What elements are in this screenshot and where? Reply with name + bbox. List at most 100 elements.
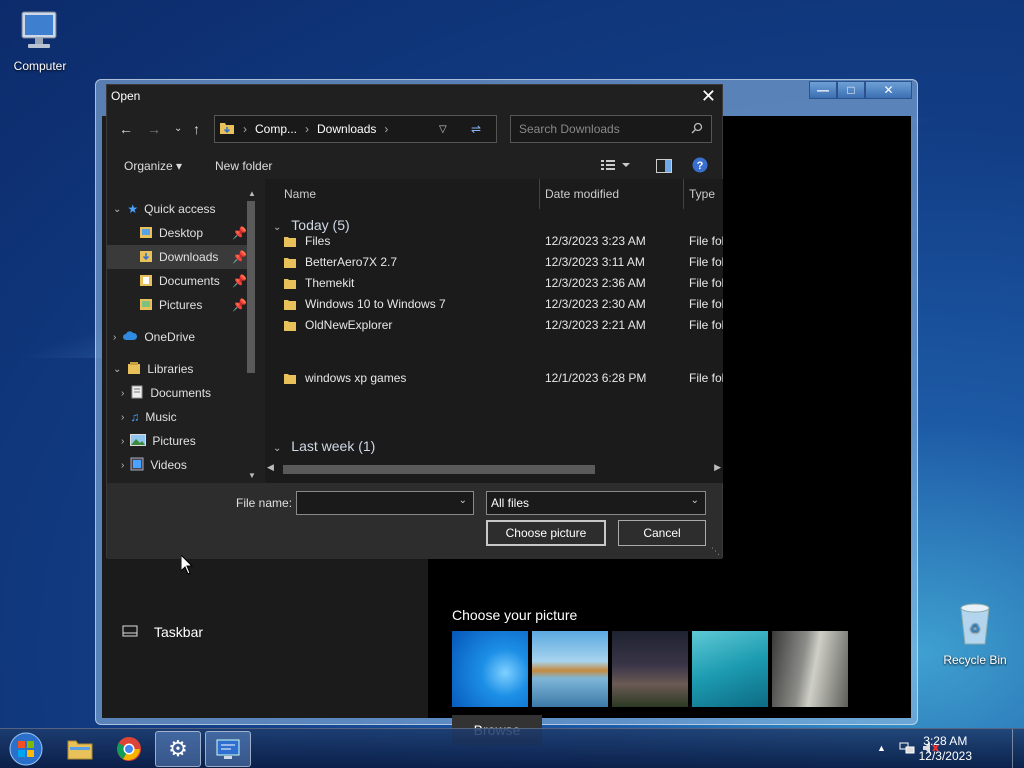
file-name-input[interactable]: ⌄ xyxy=(296,491,474,515)
back-arrow-icon[interactable]: ← xyxy=(119,121,133,137)
file-type: File folder xyxy=(689,255,723,269)
window-caption-buttons: — □ ✕ xyxy=(809,81,912,99)
pin-icon[interactable]: 📌 xyxy=(232,274,247,288)
breadcrumb-separator-icon: › xyxy=(243,122,247,136)
organize-button[interactable]: Organize ▾ xyxy=(124,159,182,173)
maximize-button[interactable]: □ xyxy=(837,81,865,99)
file-row[interactable]: OldNewExplorer 12/3/2023 2:21 AM File fo… xyxy=(265,315,723,336)
nav-lib-pictures[interactable]: › Pictures xyxy=(121,429,247,453)
up-arrow-icon[interactable]: ↑ xyxy=(193,121,200,137)
recent-chevron-icon[interactable]: ⌄ xyxy=(174,123,182,134)
show-hidden-icons-icon[interactable]: ▲ xyxy=(877,743,886,753)
folder-icon xyxy=(283,371,297,388)
chevron-right-icon: › xyxy=(121,387,125,399)
resize-grip-icon[interactable]: ⋱ xyxy=(711,546,720,557)
nav-libraries[interactable]: ⌄ Libraries xyxy=(113,357,247,381)
taskbar-settings[interactable]: ⚙ xyxy=(155,731,201,767)
address-dropdown-icon[interactable]: ▽ xyxy=(439,124,447,135)
scroll-thumb[interactable] xyxy=(247,201,255,373)
thumbnail-beach[interactable] xyxy=(532,631,608,707)
nav-label: OneDrive xyxy=(144,330,196,344)
nav-pictures[interactable]: Pictures 📌 xyxy=(139,293,247,317)
nav-downloads[interactable]: Downloads 📌 xyxy=(107,245,247,269)
breadcrumb-item[interactable]: Comp... xyxy=(255,122,297,136)
scroll-up-icon[interactable]: ▲ xyxy=(248,189,256,198)
taskbar-chrome[interactable] xyxy=(106,731,152,767)
scroll-left-icon[interactable]: ◀ xyxy=(267,462,274,473)
dialog-title: Open xyxy=(111,89,141,103)
scroll-right-icon[interactable]: ▶ xyxy=(714,462,721,473)
breadcrumb-separator-icon: › xyxy=(384,122,389,136)
nav-documents[interactable]: Documents 📌 xyxy=(139,269,247,293)
desktop-icon-recycle-bin[interactable]: ♻ Recycle Bin xyxy=(935,600,1015,667)
file-date: 12/3/2023 2:30 AM xyxy=(545,297,646,311)
network-icon[interactable] xyxy=(899,741,915,758)
thumbnail-rock[interactable] xyxy=(772,631,848,707)
nav-quick-access[interactable]: ⌄ ★ Quick access xyxy=(113,197,253,221)
thumbnail-underwater[interactable] xyxy=(692,631,768,707)
folder-icon xyxy=(139,225,153,242)
file-date: 12/1/2023 6:28 PM xyxy=(545,371,647,385)
view-options-icon[interactable] xyxy=(601,159,631,174)
file-type-filter[interactable]: All files ⌄ xyxy=(486,491,706,515)
file-name: BetterAero7X 2.7 xyxy=(305,255,398,269)
system-clock[interactable]: 3:28 AM 12/3/2023 xyxy=(919,734,972,764)
chevron-right-icon: › xyxy=(121,435,125,447)
folder-icon xyxy=(283,297,297,314)
column-divider[interactable] xyxy=(683,179,684,209)
close-button[interactable]: ✕ xyxy=(865,81,912,99)
nav-scrollbar[interactable]: ▲ ▼ xyxy=(246,189,256,483)
minimize-button[interactable]: — xyxy=(809,81,837,99)
forward-arrow-icon[interactable]: → xyxy=(147,121,161,137)
folder-icon xyxy=(67,740,93,760)
help-icon[interactable]: ? xyxy=(692,157,708,176)
nav-lib-documents[interactable]: › Documents xyxy=(121,381,247,405)
breadcrumb-item[interactable]: Downloads xyxy=(317,122,376,136)
navigation-pane: ⌄ ★ Quick access Desktop 📌 Downloads 📌 D… xyxy=(107,185,263,482)
new-folder-button[interactable]: New folder xyxy=(215,159,272,173)
nav-desktop[interactable]: Desktop 📌 xyxy=(139,221,247,245)
chevron-down-icon[interactable]: ⌄ xyxy=(459,495,467,506)
column-type[interactable]: Type xyxy=(689,187,715,201)
start-button[interactable] xyxy=(4,731,48,767)
refresh-icon[interactable]: ⇌ xyxy=(471,122,481,136)
nav-item-label: Taskbar xyxy=(154,624,204,640)
file-date: 12/3/2023 2:36 AM xyxy=(545,276,646,290)
column-date-modified[interactable]: Date modified xyxy=(545,187,619,201)
file-row[interactable]: Files 12/3/2023 3:23 AM File folder xyxy=(265,231,723,252)
thumbnail-windows[interactable] xyxy=(452,631,528,707)
cloud-icon xyxy=(122,330,138,344)
pin-icon[interactable]: 📌 xyxy=(232,250,247,264)
column-name[interactable]: Name xyxy=(284,187,316,201)
cancel-button[interactable]: Cancel xyxy=(618,520,706,546)
file-list-scrollbar[interactable]: ◀ ▶ xyxy=(265,461,723,477)
address-bar[interactable]: › Comp... › Downloads › ▽ ⇌ xyxy=(214,115,497,143)
scroll-thumb[interactable] xyxy=(283,465,595,474)
choose-picture-button[interactable]: Choose picture xyxy=(486,520,606,546)
file-row[interactable]: Windows 10 to Windows 7 12/3/2023 2:30 A… xyxy=(265,294,723,315)
nav-onedrive[interactable]: › OneDrive xyxy=(113,325,247,349)
scroll-down-icon[interactable]: ▼ xyxy=(248,471,256,480)
file-row[interactable]: Themekit 12/3/2023 2:36 AM File folder xyxy=(265,273,723,294)
taskbar-file-explorer[interactable] xyxy=(57,731,103,767)
show-desktop-button[interactable] xyxy=(1012,729,1024,768)
chevron-down-icon[interactable]: ⌄ xyxy=(691,495,699,506)
file-row[interactable]: windows xp games 12/1/2023 6:28 PM File … xyxy=(265,368,723,389)
desktop-icon-computer[interactable]: Computer xyxy=(0,10,80,73)
thumbnail-night-sky[interactable] xyxy=(612,631,688,707)
preview-pane-icon[interactable] xyxy=(656,159,672,176)
group-header[interactable]: ⌄ Last week (1) xyxy=(273,438,375,454)
desktop-icon-label: Computer xyxy=(13,59,67,73)
file-row[interactable]: BetterAero7X 2.7 12/3/2023 3:11 AM File … xyxy=(265,252,723,273)
nav-item-taskbar[interactable]: Taskbar xyxy=(122,624,203,640)
nav-lib-videos[interactable]: › Videos xyxy=(121,453,247,477)
column-divider[interactable] xyxy=(539,179,540,209)
pin-icon[interactable]: 📌 xyxy=(232,226,247,240)
dialog-close-button[interactable]: ✕ xyxy=(701,86,716,107)
file-date: 12/3/2023 3:23 AM xyxy=(545,234,646,248)
nav-lib-music[interactable]: › ♫ Music xyxy=(121,405,247,429)
pin-icon[interactable]: 📌 xyxy=(232,298,247,312)
svg-text:♻: ♻ xyxy=(970,621,981,635)
search-input[interactable]: Search Downloads xyxy=(510,115,712,143)
taskbar-remote-app[interactable] xyxy=(205,731,251,767)
